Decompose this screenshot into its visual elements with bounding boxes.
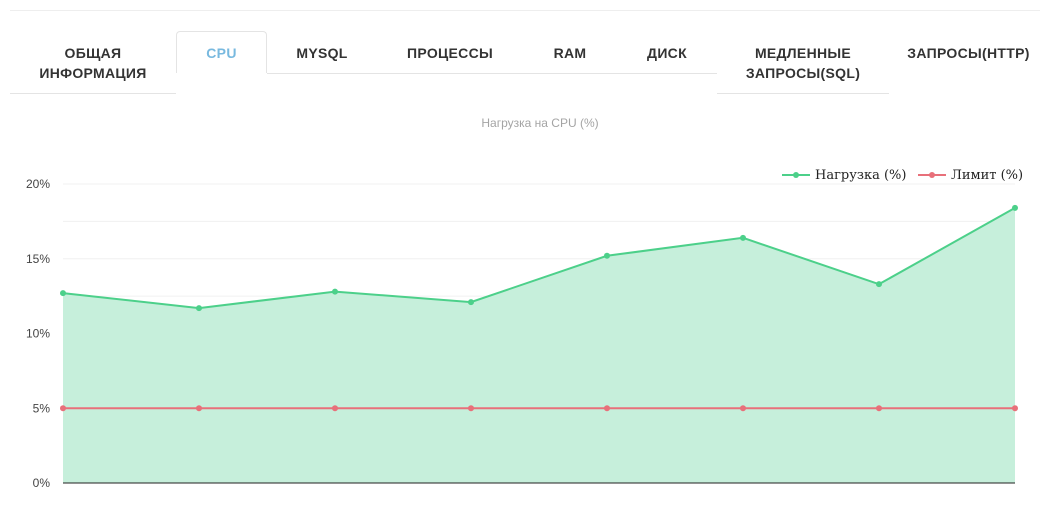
y-tick-label: 20% [26,177,50,191]
chart-legend: Нагрузка (%) Лимит (%) [782,168,1023,183]
data-point [1012,204,1018,211]
data-point [196,405,202,412]
data-point [196,305,202,312]
legend-label[interactable]: Лимит (%) [951,168,1023,183]
chart-areas [63,207,1015,484]
y-axis-ticks: 0% 5% 10% 15% 20% [26,177,50,490]
data-point [332,288,338,295]
y-tick-label: 0% [33,476,51,490]
legend-marker [929,172,935,178]
data-point [604,252,610,259]
data-point [740,405,746,412]
data-point [1012,405,1018,412]
legend-marker [793,172,799,178]
data-point [468,405,474,412]
legend-label[interactable]: Нагрузка (%) [815,168,906,183]
data-point [60,405,66,412]
data-point [740,234,746,241]
y-tick-label: 5% [33,401,51,415]
data-point [876,281,882,288]
series-area [63,207,1015,484]
y-tick-label: 15% [26,252,50,266]
data-point [468,299,474,306]
cpu-chart: 0% 5% 10% 15% 20% Нагрузка (%) Лимит (%) [26,168,1023,490]
data-point [604,405,610,412]
data-point [60,290,66,297]
data-point [332,405,338,412]
y-tick-label: 10% [26,327,50,341]
data-point [876,405,882,412]
